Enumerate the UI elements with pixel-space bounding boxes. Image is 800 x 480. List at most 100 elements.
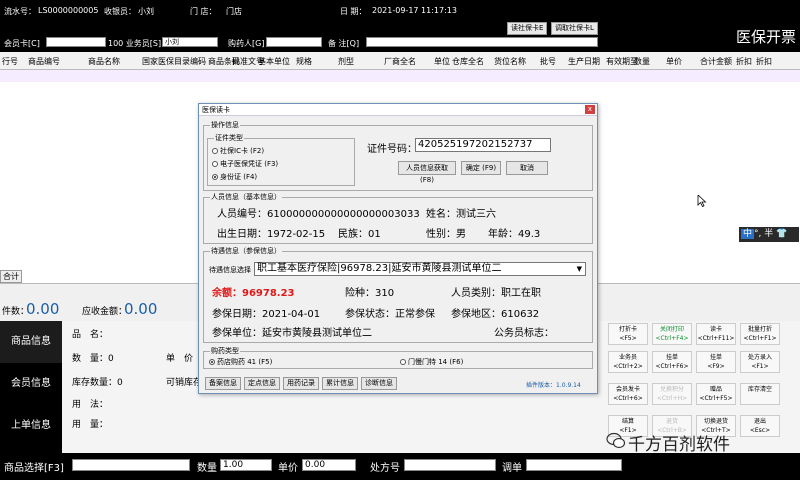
shortcut-button[interactable]: 处方录入 <F1> <box>740 351 780 373</box>
count-value: 0.00 <box>26 300 60 318</box>
cancel-button[interactable]: 取消 <box>506 161 548 175</box>
store-label: 门 店： <box>190 7 217 16</box>
footer-price-label: 单价 <box>278 463 298 474</box>
radio-id-card-label: 身份证 (F4) <box>220 173 258 181</box>
wechat-icon <box>606 432 626 449</box>
grid-col-header[interactable]: 剂型 <box>338 56 354 67</box>
grid-col-header[interactable]: 折扣 <box>756 56 772 67</box>
radio-id-card[interactable]: 身份证 (F4) <box>212 172 257 182</box>
grid-col-header[interactable]: 批号 <box>540 56 556 67</box>
order-label: 调单 <box>502 463 522 474</box>
shortcut-button[interactable]: 会员发卡 <Ctrl+6> <box>608 383 648 405</box>
civil-servant-flag: 公务员标志： <box>494 328 554 339</box>
product-select-input[interactable] <box>72 459 190 471</box>
usage-label: 用 法： <box>72 400 109 410</box>
footer-qty-input[interactable]: 1.00 <box>220 459 272 471</box>
grid-col-header[interactable]: 厂商全名 <box>384 56 416 67</box>
person-info-label: 人员信息（基本信息） <box>210 192 282 202</box>
shortcut-button[interactable]: 挂单 <Ctrl+F6> <box>652 351 692 373</box>
shortcut-button[interactable]: 赠品 <Ctrl+F5> <box>696 383 736 405</box>
radio-e-voucher[interactable]: 电子医保凭证 (F3) <box>212 159 278 169</box>
radio-social-ic-card[interactable]: 社保IC卡 (F2) <box>212 146 264 156</box>
shortcut-button[interactable]: 兑换积分 <Ctrl+H> <box>652 383 692 405</box>
grid-col-header[interactable]: 合计金额 <box>700 56 732 67</box>
nation: 民族：01 <box>338 229 381 240</box>
ime-extra: °, 半 👕 <box>754 229 788 239</box>
order-input[interactable] <box>526 459 622 471</box>
insured-area: 参保地区：610632 <box>451 309 540 320</box>
grid-col-header[interactable]: 生产日期 <box>568 56 600 67</box>
radio-chronic-special[interactable]: 门慢门特 14 (F6) <box>400 357 463 367</box>
grid-col-header[interactable]: 单位 <box>434 56 450 67</box>
grid-selected-row[interactable] <box>0 70 800 82</box>
grid-col-header[interactable]: 国家医保目录编码 <box>142 56 206 67</box>
shortcut-key: <F1> <box>751 363 769 370</box>
cert-no-input[interactable]: 420525197202152737 <box>415 138 551 152</box>
shortcut-button[interactable]: 批量打折 <Ctrl+F1> <box>740 323 780 345</box>
shortcut-button[interactable]: 库存清空 <box>740 383 780 405</box>
read-social-card-button[interactable]: 读社保卡E <box>507 22 548 35</box>
shortcut-button[interactable]: 关闭打印 <Ctrl+F4> <box>652 323 692 345</box>
shortcut-button[interactable]: 挂单 <F9> <box>696 351 736 373</box>
unit-price-label: 单 价 <box>166 354 194 364</box>
cashier-label: 收银员： <box>104 7 136 16</box>
tab-filing-info[interactable]: 备案信息 <box>205 377 241 390</box>
shortcut-label: 批量打折 <box>747 326 772 333</box>
shortcut-label: 业务员 <box>618 354 637 361</box>
shortcut-button[interactable]: 打折卡 <F5> <box>608 323 648 345</box>
shortcut-button[interactable]: 业务员 <Ctrl+2> <box>608 351 648 373</box>
tab-diagnosis-info[interactable]: 诊断信息 <box>361 377 397 390</box>
info-sidebar: 商品信息 会员信息 上单信息 <box>0 321 62 453</box>
serial-value: LS0000000005 <box>38 6 99 15</box>
salesman-input[interactable]: 小刘 <box>162 37 218 47</box>
shortcut-button[interactable]: 退出 <Esc> <box>740 415 780 437</box>
grid-col-header[interactable]: 数量 <box>634 56 650 67</box>
fetch-person-info-button[interactable]: 人员信息获取 (F8) <box>398 161 456 184</box>
fetch-social-card-button[interactable]: 调取社保卡L <box>551 22 598 35</box>
shortcut-button[interactable]: 读卡 <Ctrl+F11> <box>696 323 736 345</box>
qty-label: 数 量：0 <box>72 354 114 364</box>
grid-col-header[interactable]: 商品编号 <box>28 56 60 67</box>
confirm-button[interactable]: 确定 (F9) <box>461 161 501 175</box>
header-bar: 流水号： LS0000000005 收银员： 小刘 门 店： 门店 日 期： 2… <box>0 0 800 52</box>
tab-medication-records[interactable]: 用药记录 <box>283 377 319 390</box>
note-label: 备 注[Q] <box>328 39 360 48</box>
footer-price-input[interactable]: 0.00 <box>302 459 356 471</box>
sidebar-item-product-info[interactable]: 商品信息 <box>0 321 62 363</box>
shortcut-key: <Ctrl+H> <box>656 395 688 402</box>
grid-col-header[interactable]: 仓库全名 <box>452 56 484 67</box>
sidebar-item-member-info[interactable]: 会员信息 <box>0 363 62 405</box>
sidebar-item-previous-order[interactable]: 上单信息 <box>0 405 62 447</box>
cert-type-label: 证件类型 <box>214 133 244 143</box>
grid-col-header[interactable]: 折扣 <box>736 56 752 67</box>
benefit-select-dropdown[interactable]: 职工基本医疗保险|96978.23|延安市黄陵县测试单位二 ▼ <box>254 262 586 276</box>
serial-label: 流水号： <box>4 7 36 16</box>
prescription-input[interactable] <box>404 459 496 471</box>
ime-status-bar[interactable]: 中 °, 半 👕 <box>739 227 799 242</box>
grid-col-header[interactable]: 行号 <box>2 56 18 67</box>
insured-status: 参保状态：正常参保 <box>345 309 435 320</box>
shortcut-label: 挂单 <box>665 354 678 361</box>
grid-col-header[interactable]: 货位名称 <box>494 56 526 67</box>
insurance-type: 险种：310 <box>345 288 395 299</box>
gender: 性别：男 <box>426 229 466 240</box>
ime-chinese-mode[interactable]: 中 <box>741 229 755 239</box>
close-icon[interactable]: x <box>585 105 595 114</box>
note-input[interactable] <box>366 37 598 47</box>
person-no: 人员编号：610000000000000000003033 <box>217 209 420 220</box>
shortcut-label: 切换退货 <box>703 418 728 425</box>
tab-cumulative-info[interactable]: 累计信息 <box>322 377 358 390</box>
buyer-input[interactable] <box>266 37 322 47</box>
grid-col-header[interactable]: 基本单位 <box>258 56 290 67</box>
tab-designated-info[interactable]: 定点信息 <box>244 377 280 390</box>
grid-col-header[interactable]: 规格 <box>296 56 312 67</box>
member-card-input[interactable] <box>46 37 106 47</box>
buy-type-group: 购药类型 药店购药 41 (F5) 门慢门特 14 (F6) <box>203 346 593 369</box>
prescription-label: 处方号 <box>370 463 400 474</box>
grid-col-header[interactable]: 商品名称 <box>88 56 120 67</box>
operation-group-label: 操作信息 <box>210 120 240 130</box>
grid-col-header[interactable]: 单价 <box>666 56 682 67</box>
total-tab[interactable]: 合计 <box>0 270 22 283</box>
radio-pharmacy-purchase[interactable]: 药店购药 41 (F5) <box>209 357 272 367</box>
cashier-value: 小刘 <box>138 7 154 16</box>
